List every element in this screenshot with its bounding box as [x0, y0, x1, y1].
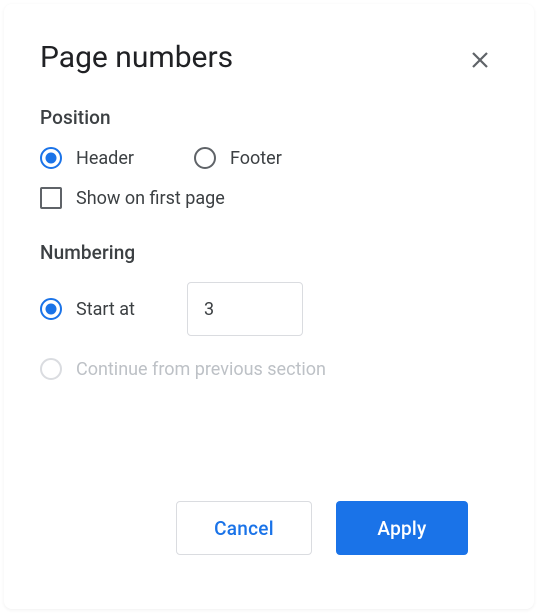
- apply-button[interactable]: Apply: [336, 501, 468, 555]
- numbering-start-at-label: Start at: [76, 299, 135, 320]
- numbering-continue-option: Continue from previous section: [40, 358, 498, 380]
- numbering-start-at-row: Start at: [40, 282, 498, 336]
- page-numbers-dialog: Page numbers Position Header Footer Show…: [4, 4, 534, 609]
- dialog-title: Page numbers: [40, 40, 233, 75]
- numbering-section-title: Numbering: [40, 241, 498, 264]
- show-first-page-label: Show on first page: [76, 188, 225, 209]
- cancel-button[interactable]: Cancel: [176, 501, 312, 555]
- start-at-input[interactable]: [187, 282, 303, 336]
- position-footer-option[interactable]: Footer: [194, 147, 282, 169]
- numbering-start-at-option[interactable]: Start at: [40, 298, 135, 320]
- close-icon: [468, 48, 492, 72]
- radio-icon: [40, 298, 62, 320]
- show-first-page-option[interactable]: Show on first page: [40, 187, 498, 209]
- radio-icon: [40, 358, 62, 380]
- position-header-label: Header: [76, 148, 134, 169]
- radio-icon: [40, 147, 62, 169]
- position-radio-group: Header Footer: [40, 147, 498, 169]
- dialog-header: Page numbers: [40, 40, 498, 78]
- dialog-footer: Cancel Apply: [176, 501, 468, 555]
- close-button[interactable]: [462, 42, 498, 78]
- numbering-continue-label: Continue from previous section: [76, 359, 326, 380]
- radio-icon: [194, 147, 216, 169]
- position-footer-label: Footer: [230, 148, 282, 169]
- checkbox-icon: [40, 187, 62, 209]
- position-section-title: Position: [40, 106, 498, 129]
- position-header-option[interactable]: Header: [40, 147, 134, 169]
